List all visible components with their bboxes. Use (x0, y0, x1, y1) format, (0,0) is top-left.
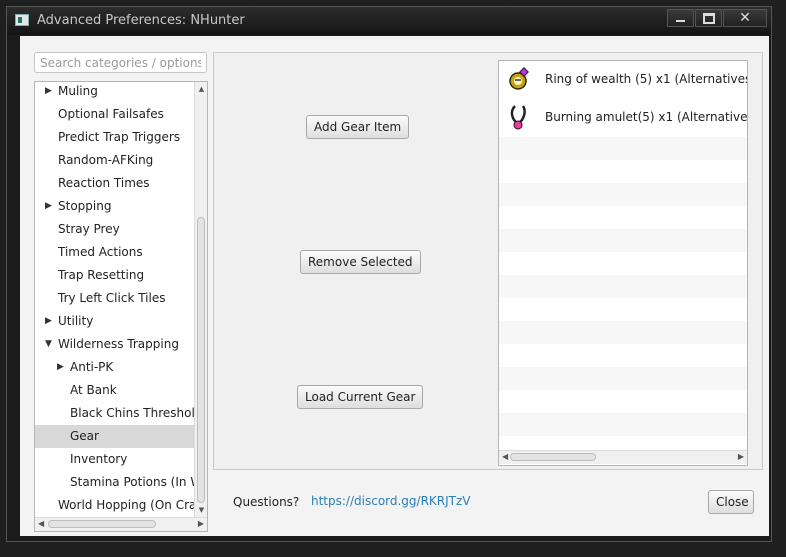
tree-item[interactable]: ▼ Wilderness Trapping (35, 333, 194, 356)
gear-list-empty-row (499, 321, 747, 344)
scroll-left-icon[interactable]: ◀ (502, 452, 508, 461)
gear-list-empty-row (499, 298, 747, 321)
tree-item-label: Reaction Times (58, 176, 150, 190)
add-gear-item-button[interactable]: Add Gear Item (306, 115, 410, 139)
close-button[interactable]: Close (708, 490, 754, 514)
gear-list-empty-row (499, 183, 747, 206)
tree-item[interactable]: World Hopping (On Crash) (35, 494, 194, 517)
gear-list-empty-row (499, 344, 747, 367)
preferences-window: Advanced Preferences: NHunter ✕ ▶ Muling O… (6, 6, 772, 542)
gear-list-horizontal-scrollbar[interactable]: ◀ ▶ (499, 450, 747, 464)
collapsed-arrow-icon[interactable]: ▶ (45, 310, 52, 333)
collapsed-arrow-icon[interactable]: ▶ (45, 195, 52, 218)
tree-item[interactable]: ▶ Muling (35, 82, 194, 103)
maximize-icon (702, 12, 715, 24)
tree-item-label: Utility (58, 314, 94, 328)
category-tree: ▶ Muling Optional Failsafes Predict Trap Tr… (34, 81, 208, 532)
tree-item[interactable]: Timed Actions (35, 241, 194, 264)
tree-item-label: Gear (70, 429, 99, 443)
gear-list-empty-row (499, 160, 747, 183)
scroll-thumb[interactable] (197, 217, 205, 503)
gear-list-item[interactable]: Ring of wealth (5) x1 (Alternatives: Rin… (499, 61, 747, 99)
remove-selected-button[interactable]: Remove Selected (300, 250, 421, 274)
close-icon: ✕ (739, 10, 751, 26)
gear-list-empty-row (499, 390, 747, 413)
tree-vertical-scrollbar[interactable]: ▲ ▼ (194, 82, 207, 517)
minimize-button[interactable] (667, 9, 694, 27)
gear-list-empty-row (499, 413, 747, 436)
expanded-arrow-icon[interactable]: ▼ (45, 333, 52, 356)
tree-item-label: Optional Failsafes (58, 107, 164, 121)
tree-item-label: Stamina Potions (In Wilderness) (70, 475, 194, 489)
gear-list-empty-row (499, 275, 747, 298)
gear-list-empty-row (499, 252, 747, 275)
tree-item[interactable]: Random-AFKing (35, 149, 194, 172)
scroll-down-icon[interactable]: ▼ (197, 505, 206, 515)
tree-item[interactable]: Reaction Times (35, 172, 194, 195)
minimize-icon (676, 20, 685, 22)
gear-list: Ring of wealth (5) x1 (Alternatives: Rin… (498, 60, 748, 466)
tree-item[interactable]: ▶ Anti-PK (35, 356, 194, 379)
tree-item-label: Trap Resetting (58, 268, 145, 282)
gear-list-empty-row (499, 367, 747, 390)
search-input[interactable] (34, 52, 207, 73)
scroll-up-icon[interactable]: ▲ (197, 84, 206, 94)
tree-item-label: Stopping (58, 199, 112, 213)
gear-panel: Add Gear Item Remove Selected Load Curre… (213, 52, 763, 470)
tree-item-label: Muling (58, 84, 98, 98)
tree-horizontal-scrollbar[interactable]: ◀ ▶ (35, 517, 207, 531)
tree-item[interactable]: Trap Resetting (35, 264, 194, 287)
discord-link[interactable]: https://discord.gg/RKRJTzV (311, 494, 471, 508)
tree-item-label: Stray Prey (58, 222, 120, 236)
tree-item[interactable]: ▶ Utility (35, 310, 194, 333)
scroll-thumb[interactable] (510, 453, 596, 461)
tree-item-label: Wilderness Trapping (58, 337, 179, 351)
collapsed-arrow-icon[interactable]: ▶ (45, 82, 52, 103)
scroll-right-icon[interactable]: ▶ (738, 452, 744, 461)
scroll-left-icon[interactable]: ◀ (38, 519, 44, 528)
tree-item-label: World Hopping (On Crash) (58, 498, 194, 512)
tree-item-label: Black Chins Threshold (70, 406, 194, 420)
tree-item-label: Predict Trap Triggers (58, 130, 181, 144)
ring-icon (507, 66, 531, 92)
gear-list-item[interactable]: Burning amulet(5) x1 (Alternatives: Burn… (499, 99, 747, 137)
tree-item-label: Timed Actions (58, 245, 143, 259)
dialog-content: ▶ Muling Optional Failsafes Predict Trap Tr… (20, 36, 769, 536)
amulet-icon (507, 104, 531, 130)
tree-item[interactable]: Predict Trap Triggers (35, 126, 194, 149)
gear-item-label: Burning amulet(5) x1 (Alternatives: Burn… (545, 110, 747, 124)
window-controls: ✕ (666, 9, 767, 29)
window-title: Advanced Preferences: NHunter (37, 13, 245, 28)
scroll-right-icon[interactable]: ▶ (198, 519, 204, 528)
tree-item[interactable]: ▶ Stopping (35, 195, 194, 218)
app-icon (15, 14, 29, 26)
questions-label: Questions? (233, 495, 300, 509)
tree-item[interactable]: Optional Failsafes (35, 103, 194, 126)
gear-list-empty-row (499, 206, 747, 229)
maximize-button[interactable] (695, 9, 722, 27)
load-current-gear-button[interactable]: Load Current Gear (297, 385, 424, 409)
tree-item[interactable]: At Bank (35, 379, 194, 402)
gear-list-empty-row (499, 229, 747, 252)
tree-item-label: Anti-PK (70, 360, 114, 374)
tree-item[interactable]: Stamina Potions (In Wilderness) (35, 471, 194, 494)
tree-item-label: Random-AFKing (58, 153, 154, 167)
title-bar[interactable]: Advanced Preferences: NHunter ✕ (7, 7, 771, 35)
tree-item[interactable]: Stray Prey (35, 218, 194, 241)
tree-item[interactable]: Black Chins Threshold (35, 402, 194, 425)
window-close-button[interactable]: ✕ (723, 9, 767, 27)
tree-item-label: Inventory (70, 452, 128, 466)
tree-item-label: At Bank (70, 383, 117, 397)
tree-item[interactable]: Gear (35, 425, 194, 448)
tree-item[interactable]: Try Left Click Tiles (35, 287, 194, 310)
collapsed-arrow-icon[interactable]: ▶ (57, 356, 64, 379)
tree-item[interactable]: Inventory (35, 448, 194, 471)
gear-item-label: Ring of wealth (5) x1 (Alternatives: Rin… (545, 72, 747, 86)
scroll-thumb[interactable] (48, 520, 156, 528)
tree-item-label: Try Left Click Tiles (58, 291, 166, 305)
gear-list-empty-row (499, 137, 747, 160)
